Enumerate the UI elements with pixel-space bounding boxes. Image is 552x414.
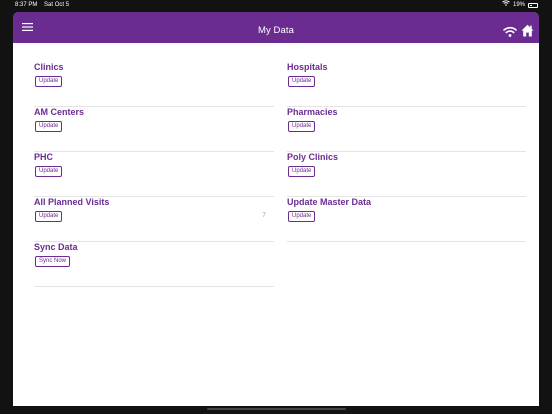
update-phc-button[interactable]: Update [35, 166, 63, 177]
home-icon[interactable] [521, 24, 534, 37]
update-planned-visits-button[interactable]: Update [35, 211, 63, 222]
item-title: Pharmacies [287, 107, 338, 117]
item-title: Hospitals [287, 62, 328, 72]
item-title: Sync Data [34, 242, 78, 252]
battery-icon [528, 2, 538, 8]
item-title: AM Centers [34, 107, 85, 117]
sync-now-button[interactable]: Sync Now [35, 256, 71, 267]
list-item-all-planned-visits: All Planned Visits Update 7 [34, 197, 274, 242]
list-item-am-centers: AM Centers Update [34, 107, 274, 152]
app-window: My Data Clinics Update AM Centers Update… [13, 12, 539, 406]
page-title: My Data [257, 25, 295, 36]
list-item-poly-clinics: Poly Clinics Update [287, 152, 526, 197]
planned-visits-count: 7 [262, 212, 266, 219]
list-item-pharmacies: Pharmacies Update [287, 107, 526, 152]
list-item-sync-data: Sync Data Sync Now [34, 242, 274, 287]
status-time: 8:37 PM [15, 2, 38, 8]
wifi-icon[interactable] [503, 25, 517, 37]
item-title: Update Master Data [287, 197, 372, 207]
item-title: All Planned Visits [34, 197, 110, 207]
status-bar: 8:37 PM Sat Oct 5 19% [0, 0, 552, 10]
list-item-clinics: Clinics Update [34, 62, 274, 107]
app-header: My Data [13, 12, 539, 43]
item-title: Clinics [34, 62, 64, 72]
home-indicator[interactable] [207, 408, 346, 410]
item-title: PHC [34, 152, 54, 162]
update-pharmacies-button[interactable]: Update [288, 121, 316, 132]
right-column: Hospitals Update Pharmacies Update Poly … [287, 62, 526, 242]
status-right: 19% [502, 0, 538, 10]
status-date: Sat Oct 5 [44, 2, 70, 8]
list-item-update-master-data: Update Master Data Update [287, 197, 526, 242]
item-title: Poly Clinics [287, 152, 339, 162]
update-am-centers-button[interactable]: Update [35, 121, 63, 132]
list-item-hospitals: Hospitals Update [287, 62, 526, 107]
device-screen: 8:37 PM Sat Oct 5 19% My Data Clinics Up… [0, 0, 552, 414]
update-clinics-button[interactable]: Update [35, 76, 63, 87]
status-wifi-icon [502, 0, 510, 10]
update-poly-clinics-button[interactable]: Update [288, 166, 316, 177]
update-master-data-button[interactable]: Update [288, 211, 316, 222]
update-hospitals-button[interactable]: Update [288, 76, 316, 87]
left-column: Clinics Update AM Centers Update PHC Upd… [34, 62, 274, 287]
battery-percent: 19% [512, 2, 525, 8]
list-item-phc: PHC Update [34, 152, 274, 197]
status-left: 8:37 PM Sat Oct 5 [15, 0, 69, 10]
